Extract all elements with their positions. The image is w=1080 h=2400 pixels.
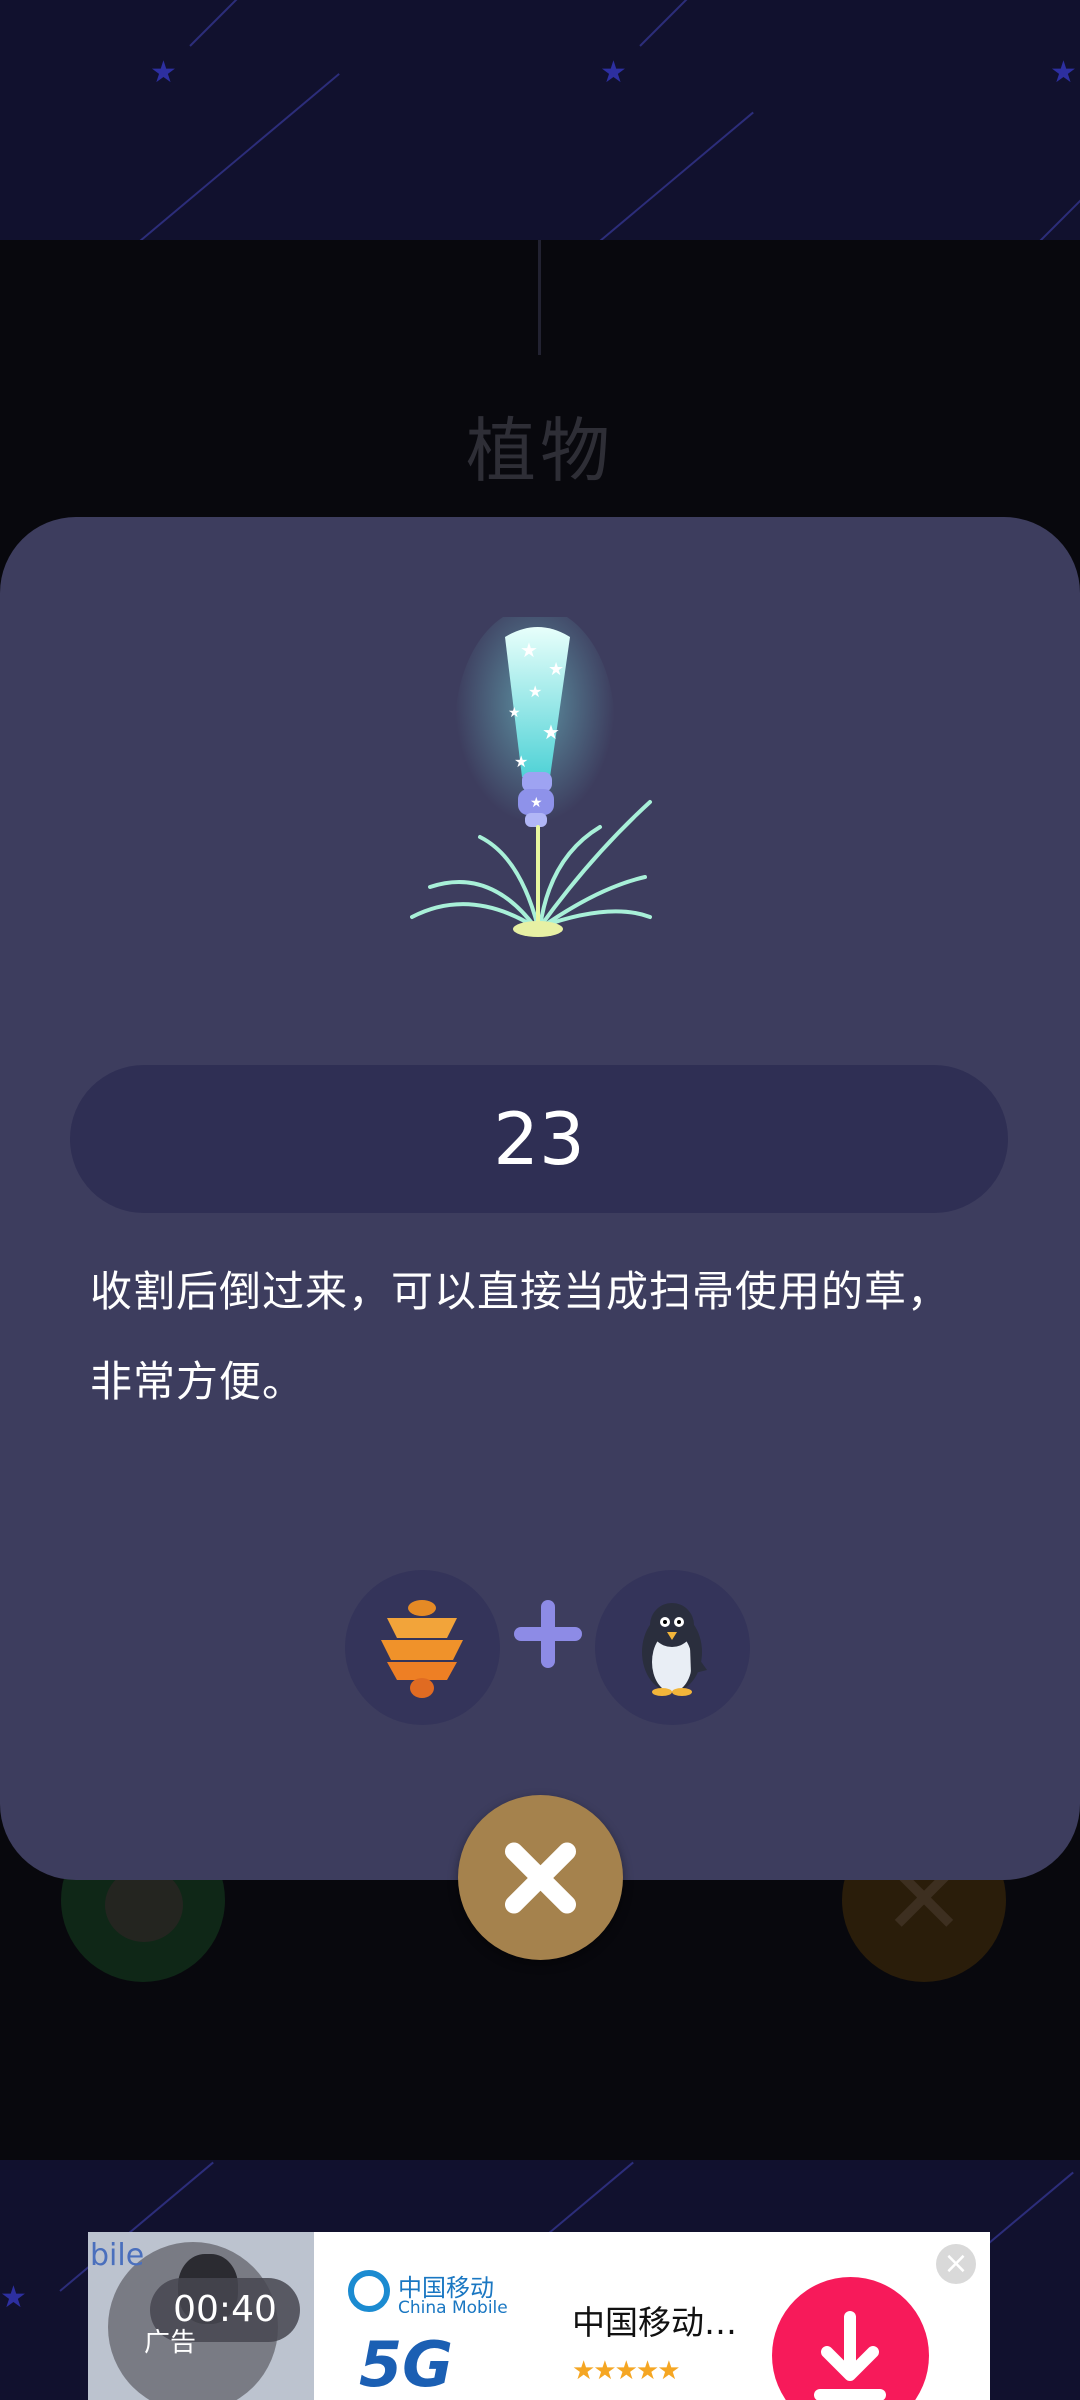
svg-text:★: ★ <box>528 682 542 701</box>
glowing-broom-grass-icon: ★ ★ ★ ★ ★ ★ ★ <box>410 617 652 937</box>
penguin-icon <box>642 1603 707 1696</box>
svg-text:★: ★ <box>520 638 538 662</box>
page-title: 植物 <box>466 410 614 492</box>
ad-5g-logo: 5G <box>359 2328 454 2400</box>
recipe-ingredient-penguin[interactable] <box>595 1570 750 1725</box>
item-description: 收割后倒过来，可以直接当成扫帚使用的草，非常方便。 <box>90 1267 951 1406</box>
ad-title[interactable]: 中国移动… <box>572 2296 737 2344</box>
top-banner: ★ ★ ★ <box>0 0 1080 240</box>
item-count: 23 <box>70 1065 1008 1213</box>
ad-download-button[interactable] <box>772 2277 929 2400</box>
svg-text:★: ★ <box>548 659 564 680</box>
svg-text:★: ★ <box>542 720 560 744</box>
orange-lantern-icon <box>381 1600 463 1698</box>
plus-icon <box>514 1600 582 1668</box>
star-icon: ★ <box>1050 55 1077 90</box>
china-mobile-logo: 中国移动 China Mobile 5G <box>314 2232 554 2400</box>
svg-text:★: ★ <box>508 705 521 721</box>
ad-close-button[interactable]: × <box>936 2244 976 2284</box>
ad-video[interactable]: bile 00:40 广告 <box>88 2232 314 2400</box>
ad-brand-en: China Mobile <box>398 2298 508 2318</box>
divider <box>538 240 541 355</box>
ad-rating-stars: ★★★★★ <box>572 2356 681 2386</box>
ad-video-overlay-text: bile <box>90 2238 145 2273</box>
item-detail-modal: ★ ★ ★ ★ ★ ★ ★ 23 收割后倒过来，可以直接当成扫帚使用的草，非常方… <box>0 517 1080 1880</box>
star-icon: ★ <box>600 55 627 90</box>
svg-text:★: ★ <box>514 752 528 771</box>
ad-banner[interactable]: bile 00:40 广告 中国移动 China Mobile 5G 中国移动…… <box>88 2232 990 2400</box>
ad-label: 广告 <box>144 2328 197 2358</box>
download-icon <box>814 2311 886 2400</box>
svg-text:★: ★ <box>530 795 543 811</box>
close-button[interactable] <box>458 1795 623 1960</box>
star-icon: ★ <box>150 55 177 90</box>
recipe-ingredient-lantern[interactable] <box>345 1570 500 1725</box>
star-icon: ★ <box>0 2280 27 2315</box>
china-mobile-logo-icon <box>348 2270 390 2312</box>
